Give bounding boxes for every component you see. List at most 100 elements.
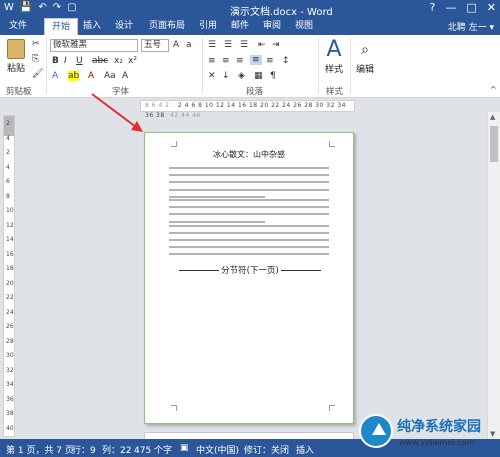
vertical-scrollbar[interactable]: ▲ ▼: [487, 112, 500, 439]
shrink-font-icon[interactable]: a: [186, 40, 192, 50]
group-clipboard-label: 剪贴板: [6, 87, 32, 97]
collapse-ribbon-icon[interactable]: ^: [490, 85, 497, 94]
crop-mark: [329, 141, 335, 147]
ruler-tick-label: 4: [6, 134, 10, 142]
ruler-right-margin: 42 44 46: [170, 112, 201, 119]
multilevel-list-icon[interactable]: ☰: [240, 40, 248, 50]
divider: [318, 38, 319, 94]
editing-label: 编辑: [355, 65, 374, 75]
ruler-tick-label: 32: [6, 366, 14, 374]
ruler-tick-label: 30: [6, 352, 14, 359]
increase-indent-icon[interactable]: ⇥: [272, 40, 280, 50]
status-col: 列：22: [102, 446, 132, 456]
text-line: [169, 174, 329, 177]
status-words[interactable]: 475 个字: [134, 443, 172, 456]
tab-insert[interactable]: 插入: [80, 18, 104, 35]
tab-design[interactable]: 设计: [112, 18, 136, 35]
italic-icon[interactable]: I: [64, 56, 67, 66]
cut-icon[interactable]: ✂: [32, 39, 40, 49]
undo-icon[interactable]: ↶: [38, 2, 46, 13]
tab-review[interactable]: 审阅: [260, 18, 284, 35]
justify-icon[interactable]: ≡: [250, 55, 262, 65]
align-center-icon[interactable]: ≡: [222, 56, 230, 66]
ruler-tick-label: 38: [6, 410, 14, 417]
shading-icon[interactable]: ◈: [238, 71, 245, 81]
subscript-icon[interactable]: x₂: [114, 56, 123, 66]
tab-mailings[interactable]: 邮件: [228, 18, 252, 35]
text-line: [169, 220, 265, 223]
bullets-icon[interactable]: ☰: [208, 40, 216, 50]
save-icon[interactable]: 💾: [20, 2, 32, 13]
copy-icon[interactable]: ⎘: [32, 54, 39, 64]
strikethrough-icon[interactable]: abc: [92, 56, 108, 66]
sort-icon[interactable]: ↓: [222, 71, 230, 81]
status-insert-mode[interactable]: 插入: [296, 443, 314, 456]
horizontal-ruler[interactable]: 8 6 4 2 2 4 6 8 10 12 14 16 18 20 22 24 …: [140, 100, 355, 119]
underline-icon[interactable]: U: [76, 56, 83, 66]
ribbon-tabs: 文件 开始 插入 设计 页面布局 引用 邮件 审阅 视图 北聘 左一 ▾: [0, 18, 500, 35]
help-icon[interactable]: ?: [430, 1, 436, 14]
new-doc-icon[interactable]: ▢: [67, 2, 76, 13]
bold-icon[interactable]: B: [52, 56, 59, 66]
user-account[interactable]: 北聘 左一 ▾: [448, 20, 494, 33]
change-case-icon[interactable]: Aa: [104, 71, 116, 81]
watermark: 纯净系统家园 www.yidaimei.com: [359, 412, 494, 454]
status-page[interactable]: 第 1 页，共 7 页: [6, 443, 74, 456]
tab-home[interactable]: 开始: [44, 18, 78, 35]
proofing-icon[interactable]: ▣: [180, 443, 189, 453]
ruler-tick-label: 16: [6, 250, 14, 258]
paragraph-4: [169, 246, 329, 260]
numbering-icon[interactable]: ☰: [224, 40, 232, 50]
tab-view[interactable]: 视图: [292, 18, 316, 35]
paragraph-2: [169, 199, 329, 228]
styles-button[interactable]: A 样式: [322, 38, 346, 76]
arrow-head: [131, 121, 143, 132]
grow-font-icon[interactable]: A: [173, 40, 179, 50]
word-icon[interactable]: W: [4, 2, 14, 13]
text-line: [169, 246, 329, 248]
quick-access-toolbar: W 💾 ↶ ↷ ▢: [4, 2, 77, 13]
tab-file[interactable]: 文件: [0, 18, 36, 35]
title-bar: W 💾 ↶ ↷ ▢ 演示文档.docx - Word ? — □ ✕: [0, 0, 500, 18]
font-name-combo[interactable]: 微软雅黑: [50, 39, 138, 52]
text-effects-icon[interactable]: A: [52, 71, 58, 81]
borders-icon[interactable]: ▦: [254, 71, 263, 81]
ruler-tick-label: 20: [6, 279, 14, 287]
close-icon[interactable]: ✕: [487, 1, 496, 14]
text-line: [169, 206, 329, 209]
editing-button[interactable]: ⌕ 编辑: [354, 38, 376, 75]
chinese-layout-icon[interactable]: ✕: [208, 71, 216, 81]
text-line: [169, 199, 329, 201]
text-line: [169, 253, 329, 256]
paste-button[interactable]: 粘贴: [4, 39, 28, 79]
ruler-tick-label: 14: [6, 236, 14, 243]
ruler-tick-label: 10: [6, 207, 14, 214]
vertical-ruler[interactable]: 2 4 2 4 6 8 10 12 14 16 18 20 22 24 26 28 30 32 34 36 38 40: [3, 115, 15, 437]
status-track-changes[interactable]: 修订：关闭: [244, 443, 289, 456]
distributed-icon[interactable]: ≡: [266, 56, 274, 66]
window-title: 演示文档.docx - Word: [230, 7, 333, 18]
document-page[interactable]: 冰心散文：山中杂感 分节符(下一页): [144, 132, 354, 424]
minimize-icon[interactable]: —: [445, 1, 456, 14]
align-right-icon[interactable]: ≡: [236, 56, 244, 66]
line-spacing-icon[interactable]: ↕: [282, 56, 290, 66]
tab-references[interactable]: 引用: [196, 18, 220, 35]
redo-icon[interactable]: ↷: [53, 2, 61, 13]
font-color-icon[interactable]: A: [88, 71, 94, 81]
show-marks-icon[interactable]: ¶: [270, 71, 276, 81]
highlight-icon[interactable]: ab: [68, 71, 80, 81]
maximize-icon[interactable]: □: [466, 1, 476, 14]
scroll-thumb[interactable]: [490, 126, 498, 162]
tab-layout[interactable]: 页面布局: [144, 18, 190, 35]
font-size-combo[interactable]: 五号: [141, 39, 169, 52]
status-language[interactable]: 中文(中国): [196, 443, 239, 456]
align-left-icon[interactable]: ≡: [208, 56, 216, 66]
scroll-up-icon[interactable]: ▲: [490, 113, 495, 121]
ruler-tick-label: 28: [6, 337, 14, 345]
decrease-indent-icon[interactable]: ⇤: [258, 40, 266, 50]
superscript-icon[interactable]: x²: [128, 56, 137, 66]
ruler-tick-label: 34: [6, 381, 14, 388]
char-shading-icon[interactable]: A: [122, 71, 128, 81]
format-painter-icon[interactable]: 🖌: [32, 69, 43, 79]
ruler-tick-label: 26: [6, 323, 14, 330]
